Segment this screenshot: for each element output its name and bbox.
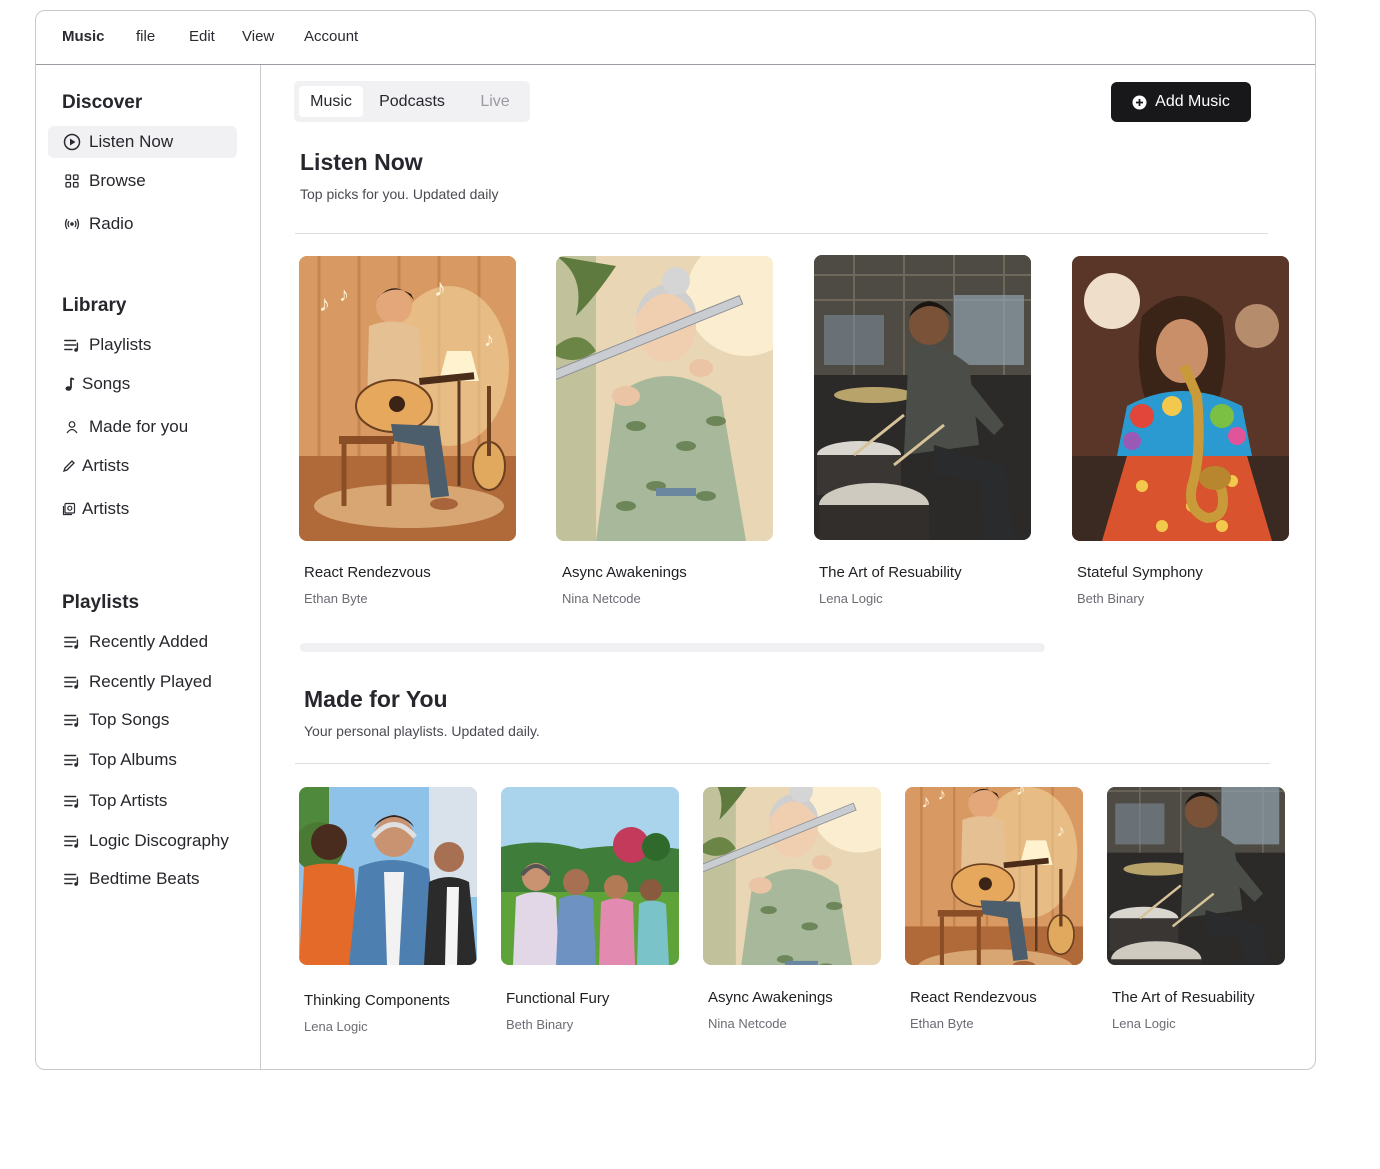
section-title-library: Library [62,295,127,316]
album-art-async-awakenings[interactable] [556,256,773,541]
sidebar-item-top-songs[interactable]: Top Songs [48,704,237,736]
album-title[interactable]: The Art of Resuability [819,564,962,581]
sidebar-item-label: Top Albums [89,750,177,769]
made-for-you-title: Made for You [304,686,448,712]
menu-edit[interactable]: Edit [189,28,215,45]
sidebar-item-label: Logic Discography [89,831,229,850]
list-music-icon [62,791,82,811]
sidebar-item-label: Playlists [89,335,152,354]
list-music-icon [62,710,82,730]
album-artist: Nina Netcode [562,591,641,606]
sidebar-item-logic-discography[interactable]: Logic Discography [48,825,237,857]
sidebar-item-radio[interactable]: Radio [48,208,237,240]
sidebar-item-browse[interactable]: Browse [48,165,237,197]
album-title[interactable]: Thinking Components [304,992,450,1009]
made-for-you-subtitle: Your personal playlists. Updated daily. [304,723,540,739]
sidebar-item-artists[interactable]: Artists [48,450,237,482]
album-artist: Beth Binary [1077,591,1145,606]
pencil-icon [62,456,76,476]
app-window: Music file Edit View Account Discover Li… [35,10,1316,1070]
section-title-playlists: Playlists [62,592,140,613]
album-art-react-rendezvous[interactable] [905,787,1083,965]
album-artist: Ethan Byte [910,1016,974,1031]
album-art-react-rendezvous[interactable] [299,256,516,541]
list-music-icon [62,750,82,770]
sidebar-item-top-albums[interactable]: Top Albums [48,744,237,776]
listen-now-title: Listen Now [300,149,423,175]
menu-view[interactable]: View [242,28,274,45]
list-music-icon [62,869,82,889]
album-art-functional-fury[interactable] [501,787,679,965]
album-art-thinking-components[interactable] [299,787,477,965]
album-artist: Lena Logic [304,1019,368,1034]
album-title[interactable]: React Rendezvous [910,989,1037,1006]
album-title[interactable]: Async Awakenings [562,564,687,581]
album-art-async-awakenings[interactable] [703,787,881,965]
sidebar-item-label: Made for you [89,417,189,436]
album-icon [62,499,76,519]
sidebar-item-label: Recently Played [89,672,212,691]
sidebar-item-recently-added[interactable]: Recently Added [48,626,237,658]
album-artist: Ethan Byte [304,591,368,606]
sidebar-item-listen-now[interactable]: Listen Now [48,126,237,158]
sidebar-item-label: Recently Added [89,632,209,651]
menu-account[interactable]: Account [304,28,358,45]
album-title[interactable]: Async Awakenings [708,989,833,1006]
album-art-stateful-symphony[interactable] [1072,256,1289,541]
sidebar-item-bedtime-beats[interactable]: Bedtime Beats [48,863,237,895]
menu-brand[interactable]: Music [62,28,105,45]
sidebar-item-label: Top Songs [89,710,170,729]
album-art-the-art-of-resuability[interactable] [1107,787,1285,965]
album-artist: Beth Binary [506,1017,574,1032]
list-music-icon [62,632,82,652]
radio-icon [62,214,82,234]
album-artist: Lena Logic [819,591,883,606]
album-artist: Lena Logic [1112,1016,1176,1031]
play-circle-icon [62,132,82,152]
menubar: Music file Edit View Account [36,11,1315,65]
sidebar-item-artists-albums[interactable]: Artists [48,493,237,525]
plus-circle-icon [1132,95,1147,110]
main-content: Music Podcasts Live Add Music Listen Now… [261,65,1316,1069]
sidebar-item-top-artists[interactable]: Top Artists [48,785,237,817]
tab-podcasts[interactable]: Podcasts [369,86,455,117]
divider [295,763,1270,764]
sidebar-item-label: Artists [82,499,130,518]
user-icon [62,417,82,437]
album-title[interactable]: Functional Fury [506,990,609,1007]
menu-file[interactable]: file [136,28,155,45]
grid-icon [62,171,82,191]
divider [295,233,1268,234]
sidebar-item-label: Top Artists [89,791,168,810]
list-music-icon [62,831,82,851]
album-title[interactable]: Stateful Symphony [1077,564,1203,581]
sidebar-item-label: Artists [82,456,130,475]
sidebar-item-songs[interactable]: Songs [48,368,237,400]
add-music-label: Add Music [1155,93,1230,110]
section-title-discover: Discover [62,92,143,113]
sidebar-item-label: Songs [82,374,131,393]
tab-live[interactable]: Live [464,86,526,117]
sidebar-item-playlists[interactable]: Playlists [48,329,237,361]
album-artist: Nina Netcode [708,1016,787,1031]
album-art-the-art-of-resuability[interactable] [814,255,1031,540]
sidebar-item-made-for-you[interactable]: Made for you [48,411,237,443]
tab-music[interactable]: Music [299,86,363,117]
sidebar-item-label: Radio [89,214,134,233]
sidebar-item-label: Browse [89,171,146,190]
horizontal-scrollbar[interactable] [300,643,1045,652]
music-note-icon [62,374,76,394]
list-music-icon [62,335,82,355]
album-title[interactable]: React Rendezvous [304,564,431,581]
listen-now-subtitle: Top picks for you. Updated daily [300,186,499,202]
list-music-icon [62,672,82,692]
sidebar: Discover Listen Now Browse Radio Library… [36,65,261,1069]
album-title[interactable]: The Art of Resuability [1112,989,1255,1006]
tab-list: Music Podcasts Live [294,81,530,122]
add-music-button[interactable]: Add Music [1111,82,1251,122]
sidebar-item-label: Bedtime Beats [89,869,200,888]
sidebar-item-label: Listen Now [89,132,174,151]
sidebar-item-recently-played[interactable]: Recently Played [48,666,237,698]
